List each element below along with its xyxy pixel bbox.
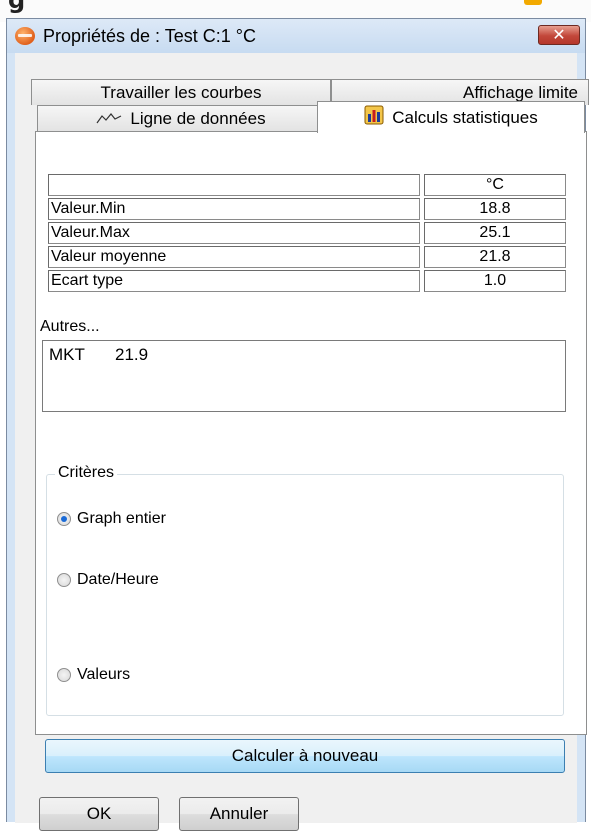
- recalculate-label: Calculer à nouveau: [231, 746, 379, 765]
- background-heading-fragment: g: [8, 0, 26, 14]
- properties-dialog: Propriétés de : Test C:1 °C ✕ Travailler…: [6, 18, 589, 831]
- radio-graph-entier[interactable]: Graph entier: [57, 510, 166, 528]
- close-icon: ✕: [552, 25, 566, 44]
- radio-valeurs[interactable]: Valeurs: [57, 666, 130, 684]
- tab-travailler-les-courbes[interactable]: Travailler les courbes: [31, 79, 331, 105]
- stat-value: 18.8: [424, 198, 566, 220]
- radio-unselected-icon: [57, 573, 71, 587]
- ok-label: OK: [86, 804, 112, 823]
- tab-label: Affichage limite: [463, 82, 578, 102]
- table-header-row: °C: [48, 174, 566, 196]
- statistics-panel: °C Valeur.Min 18.8 Valeur.Max 25.1 Valeu…: [35, 131, 587, 735]
- tab-label: Ligne de données: [130, 108, 266, 128]
- testo-app-icon: [15, 27, 35, 45]
- header-name-cell: [48, 174, 420, 196]
- window-title: Propriétés de : Test C:1 °C: [43, 26, 256, 46]
- tab-label: Travailler les courbes: [100, 82, 262, 102]
- recalculate-button[interactable]: Calculer à nouveau: [45, 739, 565, 773]
- ok-button[interactable]: OK: [39, 797, 159, 831]
- tab-label: Calculs statistiques: [392, 107, 538, 127]
- stat-value: 21.8: [424, 246, 566, 268]
- radio-label: Date/Heure: [77, 571, 159, 588]
- close-button[interactable]: ✕: [538, 25, 580, 45]
- radio-selected-icon: [57, 512, 71, 526]
- criteria-group: Critères Graph entier Date/Heure Valeurs: [46, 464, 564, 716]
- stat-name: Ecart type: [48, 270, 420, 292]
- radio-date-heure[interactable]: Date/Heure: [57, 571, 159, 589]
- stat-value: 25.1: [424, 222, 566, 244]
- table-row: Valeur.Max 25.1: [48, 222, 566, 244]
- others-label: Autres...: [40, 318, 100, 335]
- header-unit-cell: °C: [424, 174, 566, 196]
- dialog-client-area: Travailler les courbes Affichage limite …: [15, 53, 589, 831]
- line-chart-icon: [96, 109, 122, 129]
- cancel-button[interactable]: Annuler: [179, 797, 299, 831]
- radio-label: Valeurs: [77, 666, 131, 683]
- stat-value: 1.0: [424, 270, 566, 292]
- title-bar[interactable]: Propriétés de : Test C:1 °C ✕: [7, 19, 585, 53]
- table-row: Ecart type 1.0: [48, 270, 566, 292]
- stat-name: Valeur moyenne: [48, 246, 420, 268]
- background-orange-mark: [524, 0, 542, 5]
- cancel-label: Annuler: [209, 804, 269, 823]
- stat-name: Valeur.Min: [48, 198, 420, 220]
- others-text-area[interactable]: MKT 21.9: [42, 340, 566, 412]
- stat-name: Valeur.Max: [48, 222, 420, 244]
- table-row: Valeur moyenne 21.8: [48, 246, 566, 268]
- mkt-value: 21.9: [115, 345, 149, 364]
- mkt-label: MKT: [49, 345, 85, 364]
- statistics-icon: [364, 105, 384, 130]
- tab-ligne-de-donnees[interactable]: Ligne de données: [37, 105, 325, 131]
- statistics-table: °C Valeur.Min 18.8 Valeur.Max 25.1 Valeu…: [48, 174, 566, 294]
- tab-calculs-statistiques[interactable]: Calculs statistiques: [317, 101, 585, 133]
- radio-label: Graph entier: [77, 510, 166, 527]
- criteria-title: Critères: [55, 464, 118, 482]
- table-row: Valeur.Min 18.8: [48, 198, 566, 220]
- radio-unselected-icon: [57, 668, 71, 682]
